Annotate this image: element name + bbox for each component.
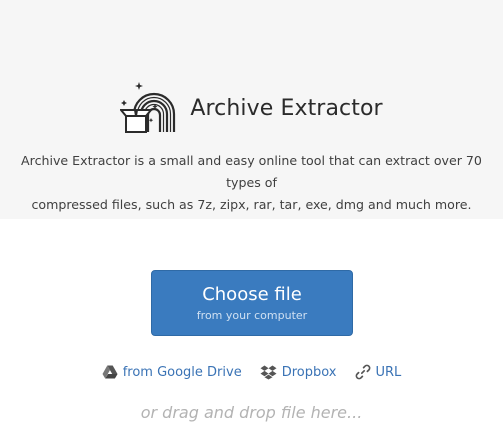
description-line-1: Archive Extractor is a small and easy on… bbox=[21, 153, 482, 190]
choose-file-label: Choose file bbox=[202, 284, 302, 305]
choose-file-button[interactable]: Choose file from your computer bbox=[151, 270, 353, 336]
app-title: Archive Extractor bbox=[190, 95, 383, 121]
description-line-2: compressed files, such as 7z, zipx, rar,… bbox=[31, 197, 472, 212]
logo-row: Archive Extractor bbox=[0, 80, 503, 136]
google-drive-label: from Google Drive bbox=[122, 364, 242, 380]
header-section: Archive Extractor Archive Extractor is a… bbox=[0, 0, 503, 219]
rainbow-box-logo-icon bbox=[120, 82, 176, 133]
google-drive-icon bbox=[102, 365, 118, 379]
google-drive-link[interactable]: from Google Drive bbox=[102, 365, 242, 380]
link-icon bbox=[355, 364, 370, 380]
upload-sources: from Google Drive Dropbox URL bbox=[0, 360, 503, 384]
app-description: Archive Extractor is a small and easy on… bbox=[6, 150, 497, 216]
url-label: URL bbox=[375, 364, 402, 380]
dropbox-icon bbox=[260, 365, 277, 379]
dropbox-label: Dropbox bbox=[281, 364, 337, 380]
dropbox-link[interactable]: Dropbox bbox=[260, 365, 337, 380]
url-link[interactable]: URL bbox=[355, 364, 402, 380]
choose-file-sublabel: from your computer bbox=[196, 309, 308, 322]
drag-drop-hint: or drag and drop file here... bbox=[140, 403, 363, 422]
